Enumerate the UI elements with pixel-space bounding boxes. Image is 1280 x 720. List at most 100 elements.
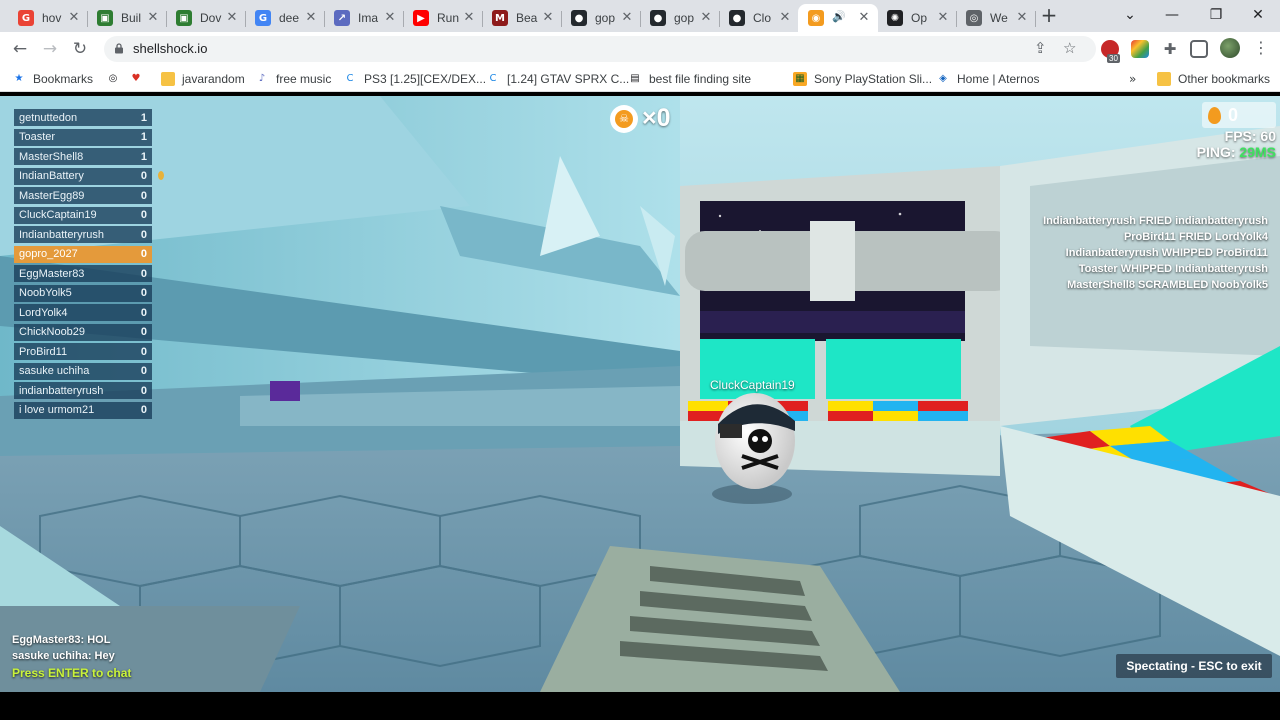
- minimize-button[interactable]: —: [1150, 0, 1194, 30]
- bookmark-star-icon[interactable]: ☆: [1063, 39, 1076, 57]
- bookmark-item[interactable]: ♥: [129, 70, 150, 88]
- kill-feed-entry: Toaster WHIPPED Indianbatteryrush: [1078, 263, 1268, 275]
- player-score: 0: [140, 228, 147, 241]
- back-button[interactable]: ←: [8, 37, 32, 61]
- bookmark-item[interactable]: Other bookmarks: [1157, 70, 1270, 88]
- more-bookmarks-chevron-icon[interactable]: »: [1129, 70, 1136, 88]
- bookmark-label: Bookmarks: [33, 72, 94, 86]
- bookmark-item[interactable]: javarandom: [161, 70, 245, 88]
- player-score: 0: [140, 189, 147, 202]
- minecraft-icon: ▣: [176, 10, 192, 26]
- close-tab-icon[interactable]: ✕: [619, 10, 635, 26]
- address-bar[interactable]: shellshock.io ⇪ ☆: [104, 36, 1096, 62]
- player-name: Indianbatteryrush: [19, 228, 104, 241]
- browser-tab[interactable]: ✺ Op ✕: [877, 4, 957, 32]
- globe-icon: ◎: [966, 10, 982, 26]
- bookmark-item[interactable]: C [1.24] GTAV SPRX C...: [486, 70, 630, 88]
- chart-icon: ↗: [334, 10, 350, 26]
- close-tab-icon[interactable]: ✕: [224, 10, 240, 26]
- bottom-letterbox: [0, 692, 1280, 720]
- bookmark-item[interactable]: ◈ Home | Aternos: [936, 70, 1040, 88]
- browser-tab[interactable]: ● gop ✕: [561, 4, 641, 32]
- bookmark-item[interactable]: ◎: [106, 70, 127, 88]
- browser-tab[interactable]: ▣ Buil ✕: [87, 4, 167, 32]
- browser-tab[interactable]: Ghov ✕: [8, 4, 88, 32]
- egg-count: 0: [1228, 104, 1239, 125]
- heart-icon: ♥: [131, 73, 141, 84]
- close-tab-icon[interactable]: ✕: [1014, 10, 1030, 26]
- player-score: 1: [140, 111, 147, 124]
- extensions-puzzle-icon[interactable]: ✚: [1161, 40, 1179, 58]
- fps-label: FPS:: [1224, 128, 1257, 144]
- player-score: 0: [140, 209, 147, 221]
- youtube-icon: ▶: [413, 10, 429, 26]
- close-window-button[interactable]: ✕: [1236, 0, 1280, 30]
- bookmark-item[interactable]: ▤ best file finding site: [628, 70, 751, 88]
- browser-tab[interactable]: ◎ We ✕: [956, 4, 1036, 32]
- player-name: CluckCaptain19: [19, 209, 97, 221]
- bookmark-item[interactable]: ♪ free music: [255, 70, 332, 88]
- browser-tab[interactable]: ● gop ✕: [640, 4, 720, 32]
- ping-value: 29MS: [1239, 144, 1276, 160]
- close-tab-icon[interactable]: ✕: [540, 10, 556, 26]
- close-tab-icon[interactable]: ✕: [698, 10, 714, 26]
- tab-title: Op: [911, 11, 928, 25]
- bookmark-label: Home | Aternos: [957, 72, 1040, 86]
- tab-title: dee: [279, 11, 300, 25]
- browser-tab[interactable]: ↗ Ima ✕: [324, 4, 404, 32]
- bookmark-item[interactable]: ▦ Sony PlayStation Sli...: [793, 70, 932, 88]
- browser-tab[interactable]: ● Clo ✕: [719, 4, 799, 32]
- close-tab-icon[interactable]: ✕: [935, 10, 951, 26]
- bookmark-label: Other bookmarks: [1178, 72, 1271, 86]
- egg-icon: [1208, 106, 1221, 124]
- browser-tab[interactable]: ▶ Run ✕: [403, 4, 483, 32]
- share-icon[interactable]: ⇪: [1034, 39, 1047, 57]
- aternos-icon: ◈: [939, 73, 947, 84]
- profile-avatar[interactable]: [1220, 38, 1240, 58]
- kill-feed-entry: Indianbatteryrush WHIPPED ProBird11: [1065, 247, 1268, 259]
- bookmark-label: [1.24] GTAV SPRX C...: [507, 72, 630, 86]
- color-extension-icon[interactable]: [1131, 40, 1149, 58]
- close-tab-icon[interactable]: ✕: [382, 10, 398, 26]
- close-tab-icon[interactable]: ✕: [856, 10, 872, 26]
- browser-tab[interactable]: M Bea ✕: [482, 4, 562, 32]
- scoreboard-row: EggMaster83 0: [14, 265, 152, 282]
- bookmark-item[interactable]: C PS3 [1.25][CEX/DEX...: [343, 70, 487, 88]
- new-tab-button[interactable]: +: [1038, 4, 1060, 26]
- close-tab-icon[interactable]: ✕: [777, 10, 793, 26]
- close-tab-icon[interactable]: ✕: [303, 10, 319, 26]
- close-tab-icon[interactable]: ✕: [145, 10, 161, 26]
- menu-kebab-icon[interactable]: ⋮: [1253, 38, 1269, 57]
- bookmark-item[interactable]: ★ Bookmarks: [12, 70, 94, 88]
- kill-feed-entry: Indianbatteryrush FRIED indianbatteryrus…: [1043, 215, 1268, 227]
- browser-tab[interactable]: ◉ 🔊 ✕: [798, 4, 878, 32]
- side-panel-icon[interactable]: [1190, 40, 1208, 58]
- player-name: IndianBattery: [19, 170, 84, 182]
- tab-title: Run: [437, 11, 460, 25]
- close-tab-icon[interactable]: ✕: [66, 10, 82, 26]
- speaker-icon[interactable]: 🔊: [832, 10, 846, 23]
- kill-counter: ☠ ×0: [610, 104, 671, 133]
- game-viewport[interactable]: getnuttedon 1 Toaster 1 MasterShell8 1 IndianB…: [0, 96, 1280, 692]
- player-score: 0: [140, 326, 147, 338]
- tab-title: gop: [674, 11, 695, 25]
- forward-button[interactable]: →: [38, 37, 62, 61]
- c-icon: C: [346, 73, 354, 84]
- scoreboard-row: NoobYolk5 0: [14, 284, 152, 302]
- player-name: getnuttedon: [19, 111, 78, 124]
- close-tab-icon[interactable]: ✕: [461, 10, 477, 26]
- player-name: Toaster: [19, 131, 56, 143]
- browser-tab[interactable]: Gdee ✕: [245, 4, 325, 32]
- tab-search-button[interactable]: ⌄: [1108, 0, 1152, 30]
- tab-title: Dov: [200, 11, 222, 25]
- chat-prompt[interactable]: Press ENTER to chat: [12, 664, 131, 682]
- bookmark-label: PS3 [1.25][CEX/DEX...: [364, 72, 487, 86]
- browser-toolbar: ← → ↻ shellshock.io ⇪ ☆ 30 ✚ ⋮: [0, 32, 1280, 66]
- player-score: 0: [140, 404, 147, 416]
- browser-tab[interactable]: ▣ Dov ✕: [166, 4, 246, 32]
- maximize-button[interactable]: ❐: [1194, 0, 1238, 30]
- folder-icon: [161, 72, 175, 86]
- chat-message: EggMaster83: HOL: [12, 634, 111, 646]
- reload-button[interactable]: ↻: [68, 37, 92, 61]
- player-name: indianbatteryrush: [19, 384, 104, 397]
